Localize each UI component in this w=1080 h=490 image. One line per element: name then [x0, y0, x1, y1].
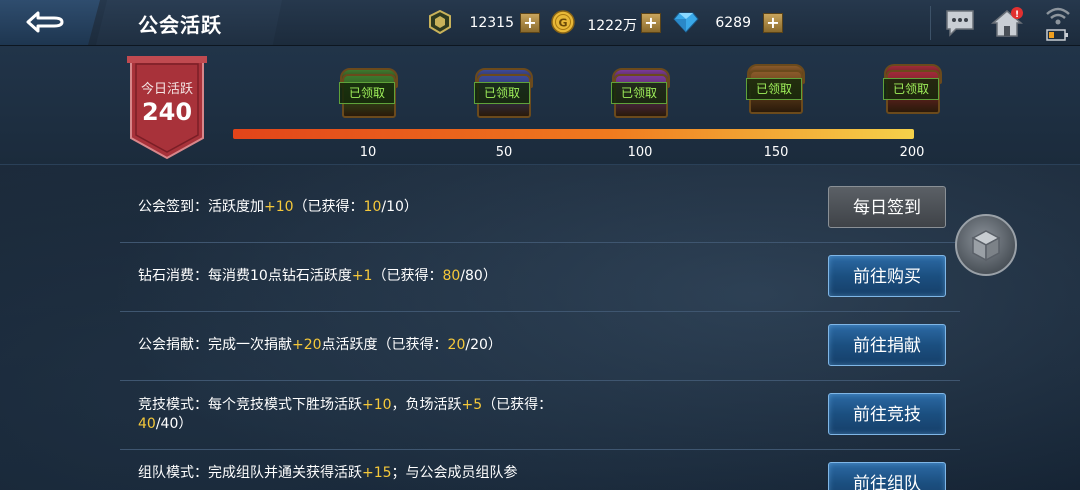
task-text: 竞技模式：每个竞技模式下胜场活跃	[138, 397, 362, 413]
task-text: 公会捐献：完成一次捐献	[138, 337, 292, 353]
task-text: /40）	[155, 416, 193, 432]
task-text: （已获得：	[293, 199, 364, 215]
daily-activity-value: 240	[141, 98, 193, 126]
task-highlight: +15	[362, 465, 392, 481]
task-text: /80）	[460, 268, 497, 284]
currency-diamond: 6289 +	[673, 10, 785, 36]
daily-activity-label: 今日活跃	[140, 82, 193, 97]
currency-guild-points: 12315 +	[428, 9, 540, 36]
back-arrow-icon	[26, 11, 64, 33]
diamond-icon	[673, 10, 699, 34]
chat-bubble-icon	[946, 10, 974, 37]
topbar-divider	[930, 6, 931, 40]
back-button[interactable]	[0, 0, 100, 45]
add-gold-button[interactable]: +	[641, 13, 661, 33]
home-icon: !	[990, 7, 1024, 37]
task-description: 公会捐献：完成一次捐献+20点活跃度（已获得：20/20）	[138, 336, 578, 355]
guild-emblem-icon	[428, 9, 452, 35]
task-text: ，负场活跃	[391, 397, 462, 413]
guild-points-value: 12315	[469, 15, 514, 31]
task-description: 组队模式：完成组队并通关获得活跃+15；与公会成员组队参	[138, 464, 578, 483]
reward-chest-200[interactable]: 已领取	[882, 62, 942, 114]
milestone-label: 200	[899, 145, 925, 160]
go-purchase-button[interactable]: 前往购买	[828, 255, 946, 297]
task-highlight: +10	[264, 199, 294, 215]
task-row-diamond-spend: 钻石消费：每消费10点钻石活跃度+1（已获得：80/80） 前往购买	[120, 243, 960, 312]
activity-progress-bar	[233, 129, 914, 139]
task-highlight: 20	[447, 337, 466, 353]
activity-progress-fill	[233, 129, 914, 139]
task-row-arena-mode: 竞技模式：每个竞技模式下胜场活跃+10，负场活跃+5（已获得： 40/40） 前往…	[120, 381, 960, 450]
task-text: /20）	[465, 337, 502, 353]
go-arena-button[interactable]: 前往竞技	[828, 393, 946, 435]
top-bar: 公会活跃 12315 + G 1222万 + 6289 + !	[0, 0, 1080, 46]
task-description: 钻石消费：每消费10点钻石活跃度+1（已获得：80/80）	[138, 267, 578, 286]
task-highlight: 10	[363, 199, 382, 215]
reward-chest-10[interactable]: 已领取	[338, 66, 398, 118]
home-button[interactable]: !	[990, 6, 1024, 40]
reward-chest-150[interactable]: 已领取	[745, 62, 805, 114]
reward-chest-100[interactable]: 已领取	[610, 66, 670, 118]
milestone-label: 10	[359, 145, 377, 160]
network-status	[1045, 4, 1071, 42]
add-guild-points-button[interactable]: +	[520, 13, 540, 33]
page-title: 公会活跃	[138, 13, 222, 37]
chest-claimed-label: 已领取	[474, 82, 530, 104]
chest-claimed-label: 已领取	[611, 82, 667, 104]
gold-value: 1222万	[587, 18, 637, 34]
task-text: （已获得：	[372, 268, 443, 284]
task-highlight: 80	[442, 268, 461, 284]
task-row-team-mode: 组队模式：完成组队并通关获得活跃+15；与公会成员组队参 前往组队	[120, 450, 960, 490]
cube-icon	[971, 230, 1001, 262]
task-text: 点活跃度（已获得：	[321, 337, 448, 353]
task-text: （已获得：	[482, 397, 553, 413]
chat-button[interactable]	[944, 8, 976, 38]
task-highlight: +5	[461, 397, 483, 413]
task-text: ；与公会成员组队参	[391, 465, 518, 481]
gold-coin-icon: G	[551, 10, 575, 34]
task-description: 公会签到：活跃度加+10（已获得：10/10）	[138, 198, 578, 217]
svg-text:G: G	[558, 17, 567, 30]
add-diamond-button[interactable]: +	[763, 13, 783, 33]
milestone-label: 50	[495, 145, 513, 160]
task-row-guild-checkin: 公会签到：活跃度加+10（已获得：10/10） 每日签到	[120, 174, 960, 243]
task-highlight: +20	[292, 337, 322, 353]
task-highlight: +10	[362, 397, 392, 413]
task-text: 钻石消费：每消费10点钻石活跃度	[138, 268, 352, 284]
reward-chest-50[interactable]: 已领取	[473, 66, 533, 118]
battery-icon	[1046, 29, 1068, 41]
svg-text:!: !	[1015, 10, 1019, 20]
task-text: 公会签到：活跃度加	[138, 199, 264, 215]
task-description: 竞技模式：每个竞技模式下胜场活跃+10，负场活跃+5（已获得： 40/40）	[138, 396, 578, 434]
task-text: /10）	[381, 199, 418, 215]
milestone-label: 100	[627, 145, 653, 160]
go-team-button[interactable]: 前往组队	[828, 462, 946, 490]
go-donate-button[interactable]: 前往捐献	[828, 324, 946, 366]
diamond-value: 6289	[715, 15, 751, 31]
chest-claimed-label: 已领取	[339, 82, 395, 104]
task-highlight: 40	[138, 416, 156, 432]
daily-checkin-button[interactable]: 每日签到	[828, 186, 946, 228]
currency-gold: G 1222万 +	[551, 10, 663, 36]
chest-claimed-label: 已领取	[746, 78, 802, 100]
task-highlight: +1	[351, 268, 373, 284]
floating-menu-button[interactable]	[955, 214, 1017, 276]
chest-claimed-label: 已领取	[883, 78, 939, 100]
milestone-label: 150	[763, 145, 789, 160]
task-text: 组队模式：完成组队并通关获得活跃	[138, 465, 362, 481]
task-row-guild-donate: 公会捐献：完成一次捐献+20点活跃度（已获得：20/20） 前往捐献	[120, 312, 960, 381]
